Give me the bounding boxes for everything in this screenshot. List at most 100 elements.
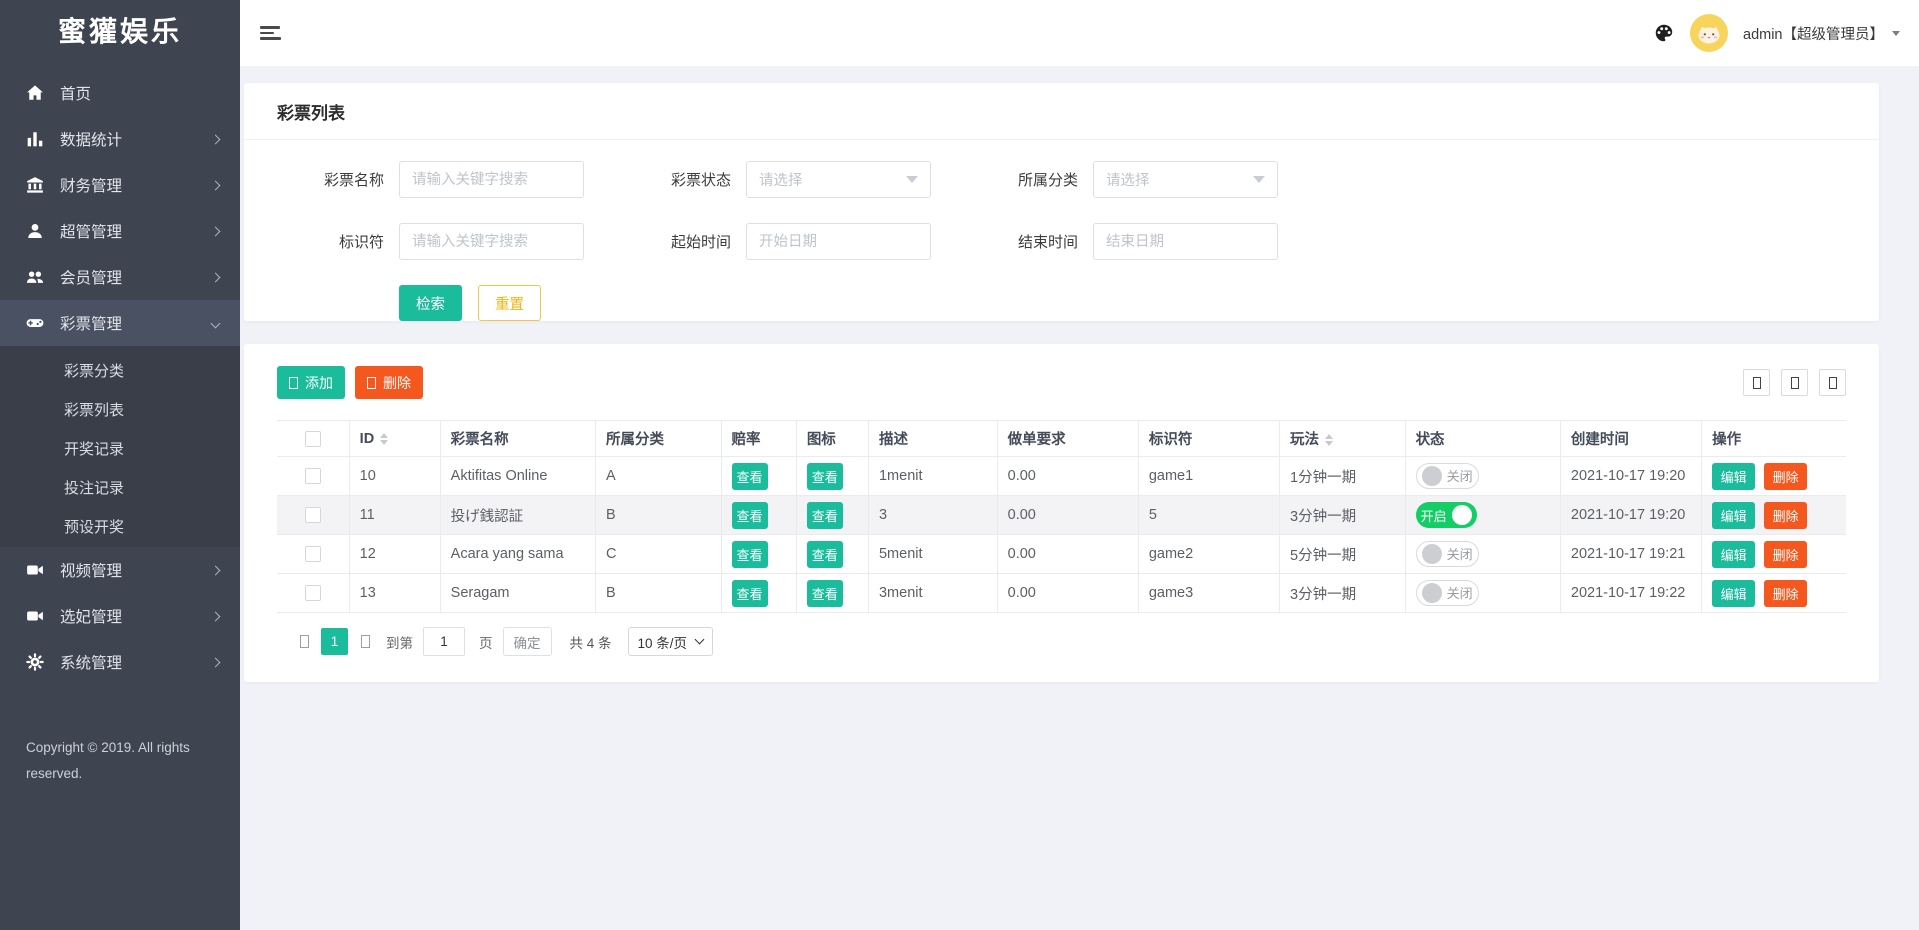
cell-created: 2021-10-17 19:20 xyxy=(1560,495,1703,535)
column-header-requirement: 做单要求 xyxy=(997,420,1139,457)
cell-category: C xyxy=(595,534,722,574)
search-button[interactable]: 检索 xyxy=(399,285,462,321)
add-button-label: 添加 xyxy=(305,374,333,391)
row-checkbox[interactable] xyxy=(304,585,321,602)
app-window: 蜜獾娱乐 首页 数据统计 财务管理 超管管理 会员管理 彩票管理 彩票分类 彩票列… xyxy=(0,0,1919,930)
page-number-1[interactable]: 1 xyxy=(321,628,348,655)
sidebar-item-admins[interactable]: 超管管理 xyxy=(0,208,240,254)
view-odds-button[interactable]: 查看 xyxy=(731,579,768,607)
row-checkbox[interactable] xyxy=(304,546,321,563)
row-checkbox[interactable] xyxy=(304,507,321,524)
table-row: 11 投げ銭認証 B 查看 查看 3 0.00 5 3分钟一期 开启 2021-… xyxy=(277,495,1846,535)
cell-identifier: game1 xyxy=(1138,456,1281,496)
table-tool-button-1[interactable] xyxy=(1743,369,1770,396)
chevron-right-icon xyxy=(210,565,221,575)
row-delete-button[interactable]: 删除 xyxy=(1764,462,1808,490)
sidebar-subitem-lottery-category[interactable]: 彩票分类 xyxy=(0,352,240,391)
add-button[interactable]: 添加 xyxy=(277,366,345,399)
sidebar-item-home[interactable]: 首页 xyxy=(0,70,240,116)
view-odds-button[interactable]: 查看 xyxy=(731,501,768,529)
lottery-table: ID 彩票名称 所属分类 赔率 图标 描述 做单要求 标识符 玩法 状态 创建时间 操作 10 Akt… xyxy=(277,420,1846,613)
sidebar-item-label: 首页 xyxy=(60,86,92,103)
prev-icon xyxy=(299,635,309,648)
page-size-value: 10 条/页 xyxy=(637,635,688,651)
column-label: 标识符 xyxy=(1148,432,1193,448)
confirm-page-button[interactable]: 确定 xyxy=(502,627,552,656)
table-tool-button-3[interactable] xyxy=(1819,369,1846,396)
sidebar-item-stats[interactable]: 数据统计 xyxy=(0,116,240,162)
username-text: admin【超级管理员】 xyxy=(1743,26,1884,43)
cell-play: 3分钟一期 xyxy=(1279,573,1406,613)
sidebar-subitem-draw-records[interactable]: 开奖记录 xyxy=(0,430,240,469)
lottery-name-input[interactable] xyxy=(399,161,584,198)
column-header-created: 创建时间 xyxy=(1560,420,1703,457)
chevron-right-icon xyxy=(210,272,221,282)
cell-id: 12 xyxy=(349,534,441,574)
sidebar-item-system[interactable]: 系统管理 xyxy=(0,639,240,685)
sort-icon[interactable] xyxy=(380,432,389,445)
reset-button[interactable]: 重置 xyxy=(478,285,541,321)
view-icon-button[interactable]: 查看 xyxy=(806,540,843,568)
delete-button-label: 删除 xyxy=(383,374,411,391)
sidebar-collapse-icon[interactable] xyxy=(256,19,285,47)
category-label: 所属分类 xyxy=(1017,172,1078,189)
edit-button[interactable]: 编辑 xyxy=(1712,579,1756,607)
identifier-input[interactable] xyxy=(399,223,584,260)
sort-icon[interactable] xyxy=(1325,434,1334,447)
view-icon-button[interactable]: 查看 xyxy=(806,462,843,490)
view-odds-button[interactable]: 查看 xyxy=(731,462,768,490)
sidebar-item-concubine[interactable]: 选妃管理 xyxy=(0,593,240,639)
column-header-id[interactable]: ID xyxy=(349,420,441,457)
table-tool-button-2[interactable] xyxy=(1781,369,1808,396)
status-toggle-off[interactable]: 关闭 xyxy=(1415,540,1479,567)
edit-button[interactable]: 编辑 xyxy=(1712,501,1756,529)
edit-button[interactable]: 编辑 xyxy=(1712,462,1756,490)
view-icon-button[interactable]: 查看 xyxy=(806,579,843,607)
sidebar-item-video[interactable]: 视频管理 xyxy=(0,547,240,593)
select-placeholder: 请选择 xyxy=(759,173,803,189)
tool-icon xyxy=(1828,376,1837,389)
sidebar-item-members[interactable]: 会员管理 xyxy=(0,254,240,300)
delete-button[interactable]: 删除 xyxy=(355,366,423,399)
cell-created: 2021-10-17 19:20 xyxy=(1560,456,1703,496)
view-icon-button[interactable]: 查看 xyxy=(806,501,843,529)
view-odds-button[interactable]: 查看 xyxy=(731,540,768,568)
status-toggle-on[interactable]: 开启 xyxy=(1415,502,1477,528)
gamepad-icon xyxy=(26,314,44,332)
avatar[interactable] xyxy=(1690,14,1728,52)
row-delete-button[interactable]: 删除 xyxy=(1764,579,1808,607)
sidebar-item-label: 彩票管理 xyxy=(60,316,123,333)
cell-name: Seragam xyxy=(440,573,597,613)
select-all-checkbox[interactable] xyxy=(304,430,321,447)
table-panel: 添加 删除 ID 彩票名称 所属分类 赔率 图标 描述 做单要求 标识符 玩法 … xyxy=(244,344,1879,682)
toggle-label: 开启 xyxy=(1420,508,1447,524)
user-menu[interactable]: admin【超级管理员】 xyxy=(1743,23,1900,44)
edit-button[interactable]: 编辑 xyxy=(1712,540,1756,568)
row-checkbox[interactable] xyxy=(304,468,321,485)
page-size-select[interactable]: 10 条/页 xyxy=(627,627,714,656)
sidebar-subitem-bet-records[interactable]: 投注记录 xyxy=(0,469,240,508)
chart-icon xyxy=(26,130,44,148)
status-toggle-off[interactable]: 关闭 xyxy=(1415,462,1479,489)
sidebar-item-finance[interactable]: 财务管理 xyxy=(0,162,240,208)
next-page-button[interactable] xyxy=(358,635,372,648)
row-delete-button[interactable]: 删除 xyxy=(1764,501,1808,529)
lottery-status-select[interactable]: 请选择 xyxy=(746,161,931,198)
prev-page-button[interactable] xyxy=(297,635,311,648)
status-toggle-off[interactable]: 关闭 xyxy=(1415,579,1479,606)
sidebar-subitem-preset-draw[interactable]: 预设开奖 xyxy=(0,508,240,547)
sidebar-item-label: 会员管理 xyxy=(60,270,123,287)
theme-palette-icon[interactable] xyxy=(1653,22,1675,44)
next-icon xyxy=(360,635,370,648)
filter-form: 彩票名称 彩票状态 请选择 所属分类 xyxy=(244,140,1879,321)
category-select[interactable]: 请选择 xyxy=(1093,161,1278,198)
cell-name: Acara yang sama xyxy=(440,534,597,574)
row-delete-button[interactable]: 删除 xyxy=(1764,540,1808,568)
page-input[interactable] xyxy=(423,627,465,656)
start-date-input[interactable] xyxy=(746,223,931,260)
column-header-play[interactable]: 玩法 xyxy=(1279,420,1406,457)
main-area: admin【超级管理员】 彩票列表 彩票名称 彩票状态 xyxy=(240,0,1919,930)
end-date-input[interactable] xyxy=(1093,223,1278,260)
sidebar-item-lottery[interactable]: 彩票管理 xyxy=(0,300,240,346)
sidebar-subitem-lottery-list[interactable]: 彩票列表 xyxy=(0,391,240,430)
